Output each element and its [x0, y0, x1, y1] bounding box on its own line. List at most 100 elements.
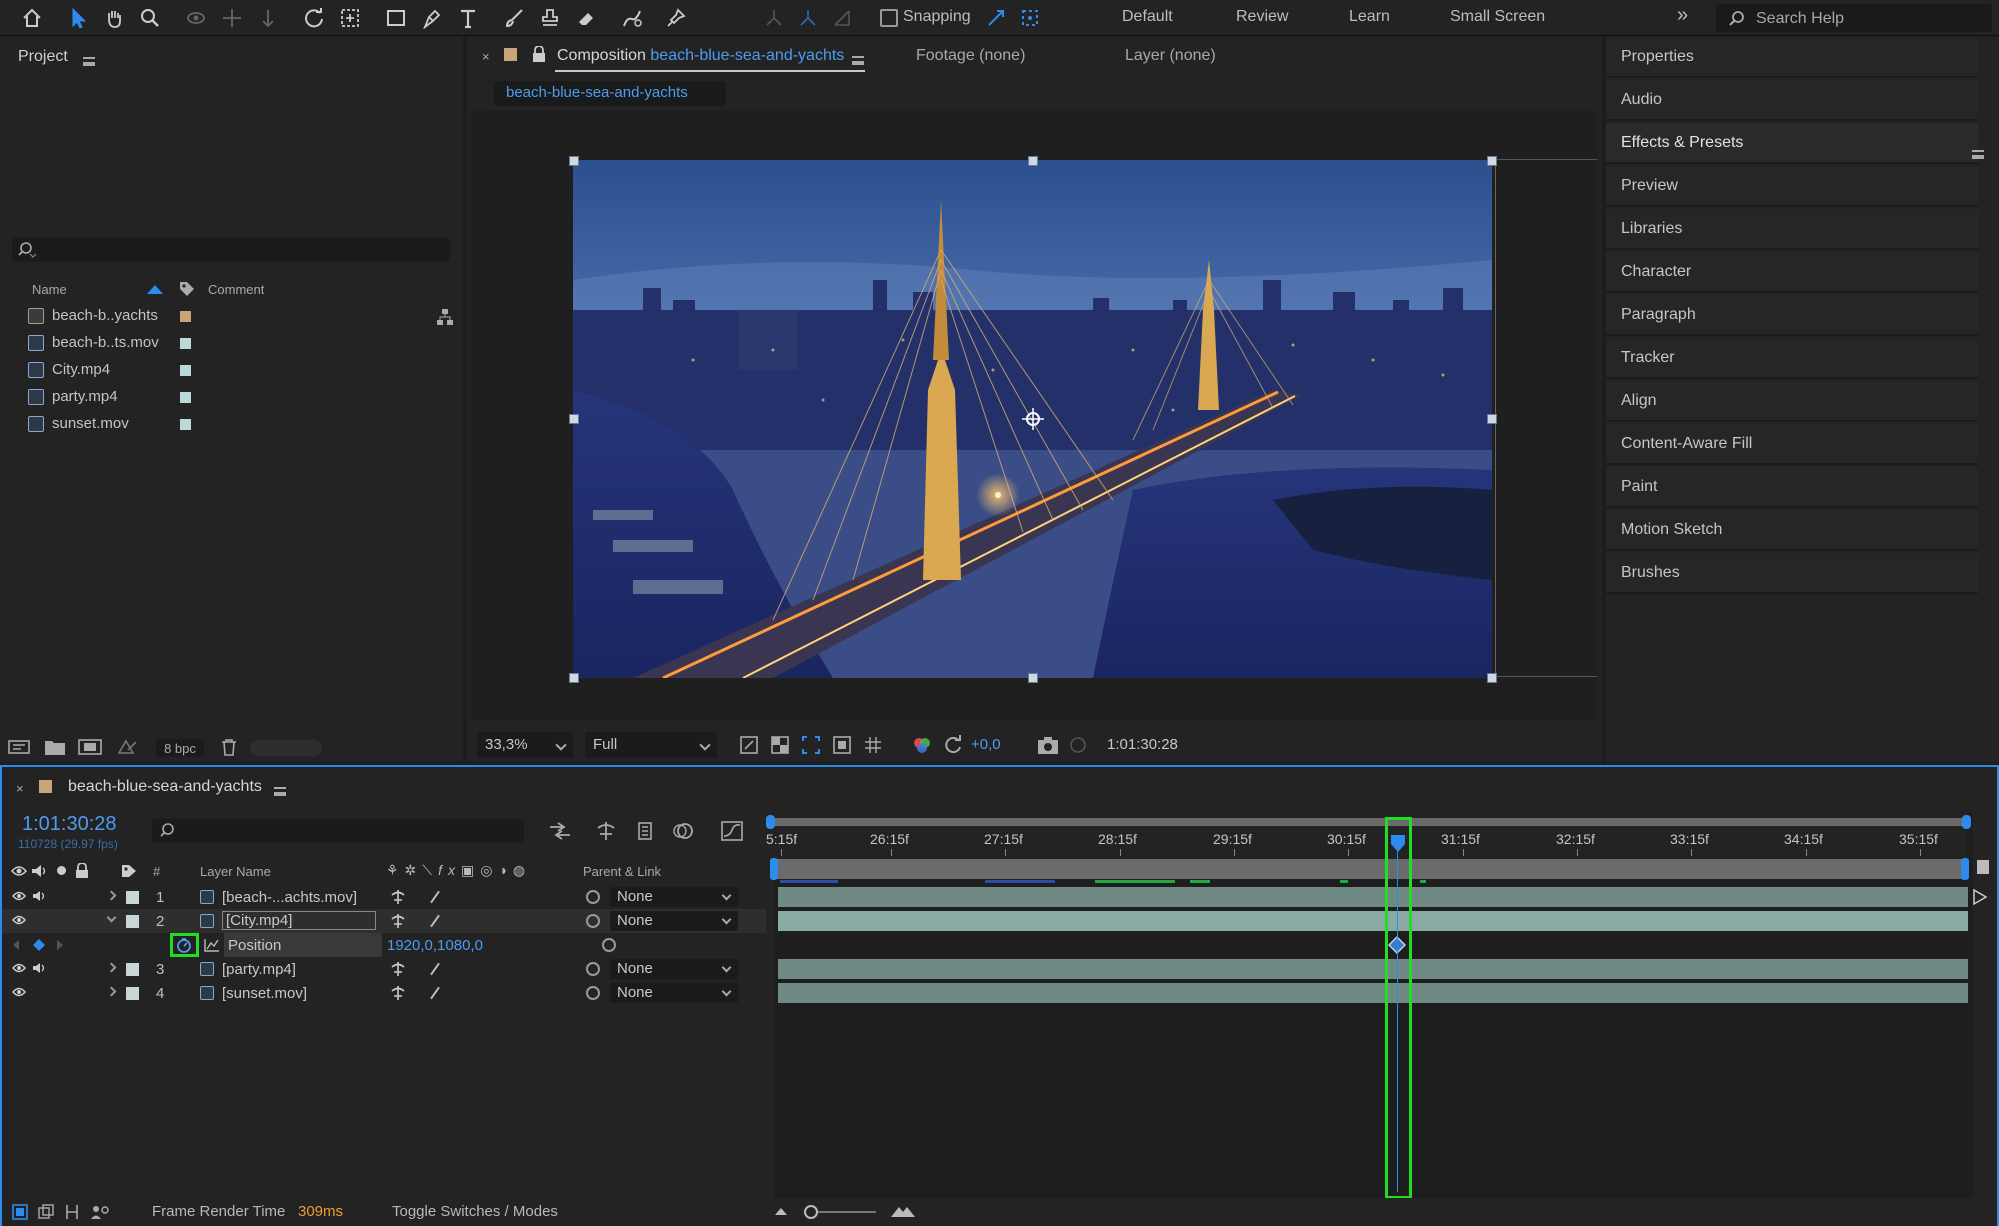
transform-handle[interactable]	[1028, 673, 1038, 683]
graph-icon[interactable]	[204, 938, 220, 952]
workspace-small-screen[interactable]: Small Screen	[1450, 8, 1545, 26]
composition-mini-flowchart-icon[interactable]	[548, 820, 572, 842]
shy-switch-icon[interactable]	[390, 961, 406, 977]
navigator-start-handle[interactable]	[766, 815, 775, 829]
panel-align[interactable]: Align	[1606, 381, 1978, 422]
magnification-dropdown[interactable]: 33,3%	[477, 732, 573, 758]
reset-exposure-icon[interactable]	[943, 735, 963, 755]
home-icon[interactable]	[18, 4, 46, 32]
puppet-pin-icon[interactable]	[662, 4, 690, 32]
panel-paint[interactable]: Paint	[1606, 467, 1978, 508]
transform-handle[interactable]	[569, 673, 579, 683]
audio-toggle-icon[interactable]	[32, 962, 46, 974]
layer-row-selected[interactable]: 2 [City.mp4] None	[2, 909, 766, 933]
panel-content-aware-fill[interactable]: Content-Aware Fill	[1606, 424, 1978, 465]
next-keyframe-icon[interactable]	[56, 939, 64, 951]
new-composition-icon[interactable]	[78, 738, 102, 756]
property-name[interactable]: Position	[228, 937, 281, 954]
clone-stamp-icon[interactable]	[536, 4, 564, 32]
composition-panel-menu-icon[interactable]	[852, 52, 864, 69]
selection-tool-icon[interactable]	[64, 4, 92, 32]
timeline-comp-tab[interactable]: beach-blue-sea-and-yachts	[68, 778, 262, 796]
quality-switch-icon[interactable]	[430, 914, 440, 928]
collapse-layer-chevron[interactable]	[106, 912, 117, 923]
video-visibility-icon[interactable]	[12, 914, 26, 926]
add-keyframe-icon[interactable]	[32, 938, 46, 952]
snapshot-camera-icon[interactable]	[1037, 735, 1059, 755]
time-navigator[interactable]	[770, 818, 1967, 826]
rectangle-tool-icon[interactable]	[382, 4, 410, 32]
pan-camera-icon[interactable]	[218, 4, 246, 32]
pickwhip-icon[interactable]	[586, 962, 600, 976]
layer-trim-handle-icon[interactable]	[1970, 886, 1990, 908]
project-panel-menu-icon[interactable]	[83, 53, 95, 70]
layer-duration-bar[interactable]	[778, 887, 1968, 907]
close-tab-icon[interactable]: ×	[482, 49, 490, 64]
property-value[interactable]: 1920,0,1080,0	[387, 937, 483, 954]
show-snapshot-icon[interactable]	[1068, 735, 1088, 755]
composition-tab[interactable]: Composition beach-blue-sea-and-yachts	[557, 47, 844, 65]
project-item[interactable]: sunset.mov	[24, 411, 456, 438]
layer-name-header[interactable]: Layer Name	[200, 864, 271, 879]
quality-switch-icon[interactable]	[430, 962, 440, 976]
shy-switch-icon[interactable]	[390, 889, 406, 905]
panel-properties[interactable]: Properties	[1606, 37, 1978, 78]
more-workspaces-button[interactable]: »	[1677, 4, 1688, 27]
timeline-search-input[interactable]	[152, 819, 524, 843]
frame-blending-icon[interactable]	[634, 820, 656, 842]
layer-label-color[interactable]	[126, 891, 139, 904]
transfer-controls-toggle-icon[interactable]	[38, 1204, 54, 1220]
fast-previews-icon[interactable]	[739, 735, 759, 755]
transform-handle[interactable]	[569, 156, 579, 166]
dolly-camera-icon[interactable]	[254, 4, 282, 32]
work-area-start[interactable]	[770, 858, 778, 880]
quality-switch-icon[interactable]	[430, 890, 440, 904]
label-color-swatch[interactable]	[180, 338, 191, 349]
viewer-timecode[interactable]: 1:01:30:28	[1107, 736, 1178, 753]
show-channel-icon[interactable]	[912, 735, 932, 755]
search-help-input[interactable]: Search Help	[1716, 4, 1992, 32]
previous-keyframe-icon[interactable]	[12, 939, 20, 951]
video-visibility-icon[interactable]	[12, 890, 26, 902]
transform-handle[interactable]	[1487, 156, 1497, 166]
label-color-swatch[interactable]	[180, 365, 191, 376]
toggle-mask-visibility-icon[interactable]	[832, 735, 852, 755]
sort-ascending-icon[interactable]	[147, 285, 163, 294]
view-axis-icon[interactable]	[828, 4, 856, 32]
type-tool-icon[interactable]	[454, 4, 482, 32]
project-item[interactable]: beach-b..ts.mov	[24, 330, 456, 357]
panel-audio[interactable]: Audio	[1606, 80, 1978, 121]
work-area-end[interactable]	[1961, 858, 1969, 880]
layer-row[interactable]: 4 [sunset.mov] None	[2, 981, 766, 1005]
thumbnail-slider[interactable]	[250, 740, 322, 756]
panel-paragraph[interactable]: Paragraph	[1606, 295, 1978, 336]
pickwhip-icon[interactable]	[586, 890, 600, 904]
layer-label-color[interactable]	[126, 915, 139, 928]
layer-name[interactable]: [beach-...achts.mov]	[222, 889, 357, 906]
shy-switch-icon[interactable]	[390, 913, 406, 929]
workspace-learn[interactable]: Learn	[1349, 8, 1390, 26]
snap-features-icon[interactable]	[1016, 4, 1044, 32]
workspace-default[interactable]: Default	[1122, 8, 1173, 26]
layer-row[interactable]: 3 [party.mp4] None	[2, 957, 766, 981]
panel-character[interactable]: Character	[1606, 252, 1978, 293]
parent-dropdown[interactable]: None	[610, 887, 738, 907]
snapping-checkbox[interactable]	[880, 9, 898, 27]
stopwatch-icon[interactable]	[176, 937, 192, 953]
timeline-menu-icon[interactable]	[274, 783, 286, 800]
layer-name-editing[interactable]: [City.mp4]	[222, 911, 376, 930]
project-col-name[interactable]: Name	[32, 282, 67, 297]
project-item[interactable]: beach-b..yachts	[24, 303, 456, 330]
workspace-review[interactable]: Review	[1236, 8, 1288, 26]
anchor-point-icon[interactable]	[1022, 408, 1044, 430]
expand-layer-chevron[interactable]	[106, 890, 117, 901]
panel-effects-presets[interactable]: Effects & Presets	[1606, 123, 1984, 164]
expand-layer-chevron[interactable]	[106, 986, 117, 997]
region-of-interest-icon[interactable]	[801, 735, 821, 755]
project-col-comment[interactable]: Comment	[208, 282, 264, 297]
pickwhip-icon[interactable]	[586, 914, 600, 928]
pen-tool-icon[interactable]	[418, 4, 446, 32]
project-settings-icon[interactable]	[116, 738, 138, 756]
eraser-icon[interactable]	[572, 4, 600, 32]
layer-tab[interactable]: Layer (none)	[1125, 47, 1216, 65]
